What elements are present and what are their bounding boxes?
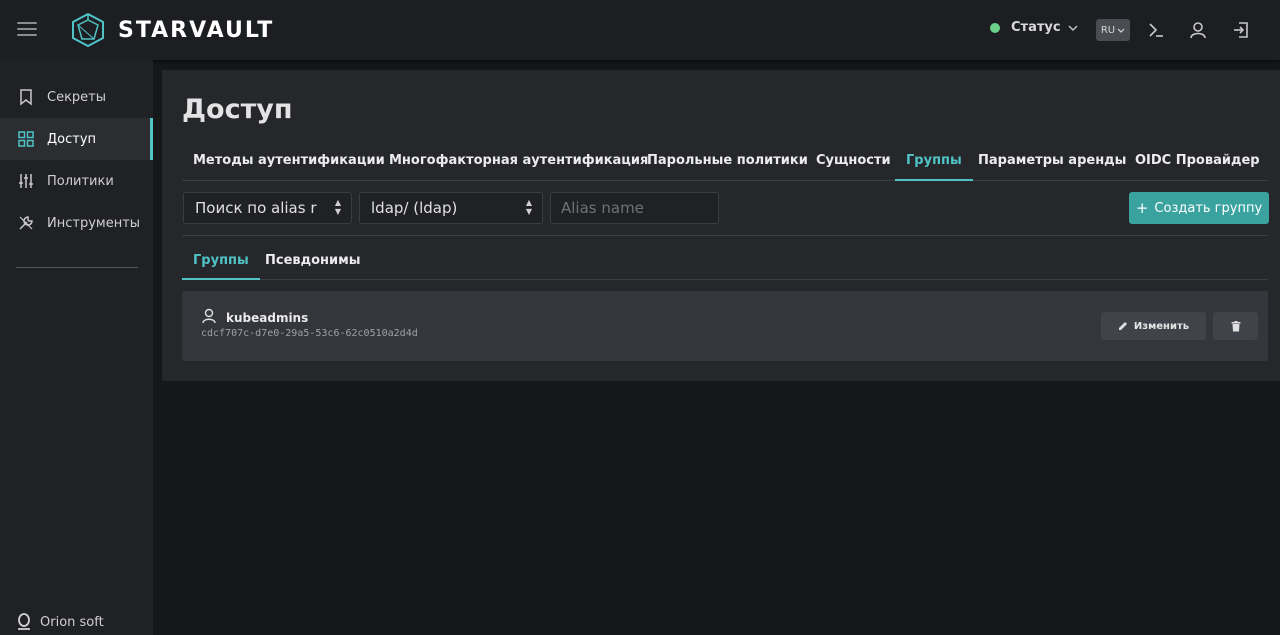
sidebar: Секреты Доступ Политики Инструменты Orio… [0,60,153,635]
logo-icon [72,13,104,47]
chevron-down-icon [1117,28,1125,33]
subtab-groups[interactable]: Группы [182,243,260,280]
tab-auth-methods[interactable]: Методы аутентификации [182,142,396,181]
mount-select[interactable]: ldap/ (ldap) ▲ ▼ [359,192,543,224]
top-bar: STARVAULT Статус RU [0,0,1280,60]
sidebar-divider [16,267,138,268]
sidebar-item-policies[interactable]: Политики [0,160,153,202]
search-type-select[interactable]: Поиск по alias r ▲ ▼ [183,192,352,224]
tab-mfa[interactable]: Многофакторная аутентификация [378,142,659,181]
bookmark-icon [20,89,32,106]
select-arrows-icon: ▲ ▼ [525,198,532,216]
sidebar-item-access[interactable]: Доступ [0,118,153,160]
footer-label: Orion soft [40,614,104,630]
user-icon[interactable] [1188,20,1208,40]
tab-entities[interactable]: Сущности [805,142,902,181]
plus-icon: + [1135,199,1149,217]
orion-logo-icon [18,613,30,630]
tab-password-policies[interactable]: Парольные политики [636,142,819,181]
group-subtabs: Группы Псевдонимы [182,243,1268,280]
sidebar-item-label: Секреты [47,89,107,105]
status-dot [990,22,1000,33]
sidebar-item-label: Доступ [47,131,97,147]
terminal-icon[interactable] [1146,20,1166,40]
status-label: Статус [1011,20,1061,35]
logout-icon[interactable] [1231,20,1251,40]
search-type-value: Поиск по alias r [195,199,317,217]
main-panel: Доступ Методы аутентификации Многофактор… [162,70,1280,381]
alias-name-input[interactable] [550,192,719,224]
tab-oidc-provider[interactable]: OIDC Провайдер [1124,142,1271,181]
mount-value: ldap/ (ldap) [371,199,458,217]
logo[interactable]: STARVAULT [72,13,274,47]
create-group-label: Создать группу [1154,200,1263,216]
chevron-down-icon [1068,24,1078,31]
user-icon [202,308,216,324]
select-arrows-icon: ▲ ▼ [334,198,341,216]
edit-button[interactable]: Изменить [1101,312,1206,340]
page-title: Доступ [182,94,293,125]
status-dropdown[interactable]: Статус [990,20,1078,35]
sidebar-item-label: Инструменты [47,215,141,231]
trash-icon [1231,320,1240,331]
group-row[interactable]: kubeadmins cdcf707c-d7e0-29a5-53c6-62c05… [182,291,1268,361]
group-name: kubeadmins [226,311,309,325]
sliders-icon [19,174,33,188]
create-group-button[interactable]: + Создать группу [1129,192,1269,224]
pencil-icon [1118,322,1127,330]
footer-brand: Orion soft [17,613,104,631]
sidebar-item-secrets[interactable]: Секреты [0,76,153,118]
language-selector[interactable]: RU [1096,19,1130,41]
brand-name: STARVAULT [118,17,275,43]
delete-button[interactable] [1213,312,1258,340]
menu-icon[interactable] [17,22,37,38]
language-label: RU [1100,24,1116,36]
tab-groups[interactable]: Группы [895,142,973,181]
sidebar-item-tools[interactable]: Инструменты [0,202,153,244]
subtab-aliases[interactable]: Псевдонимы [254,243,372,280]
tools-icon [19,216,33,230]
sidebar-item-label: Политики [47,173,114,189]
grid-icon [18,131,34,147]
tab-lease-params[interactable]: Параметры аренды [967,142,1137,181]
edit-label: Изменить [1133,320,1190,332]
divider [182,235,1268,236]
access-tabs: Методы аутентификации Многофакторная аут… [182,142,1268,181]
group-id: cdcf707c-d7e0-29a5-53c6-62c0510a2d4d [201,328,418,339]
